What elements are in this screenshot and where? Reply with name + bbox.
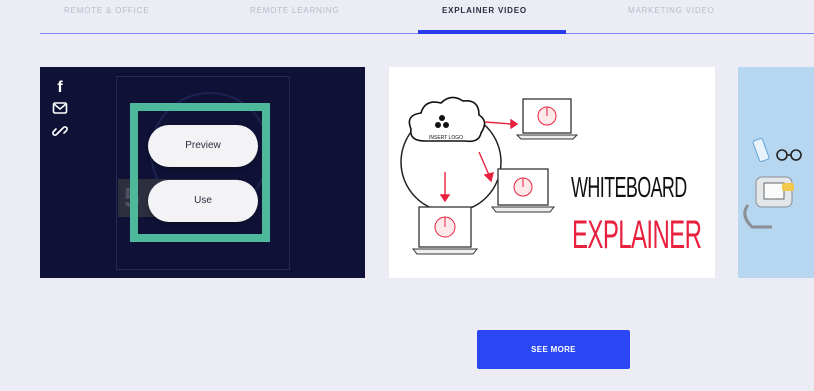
link-icon[interactable] [52, 123, 68, 141]
tab-explainer-video[interactable]: EXPLAINER VIDEO [442, 6, 527, 15]
whiteboard-title: WHITEBOARD [571, 172, 687, 204]
laptop-icon-bottom [411, 206, 479, 255]
tab-marketing-video[interactable]: MARKETING VIDEO [628, 6, 715, 15]
category-tabs: REMOTE & OFFICE REMOTE LEARNING EXPLAINE… [40, 0, 814, 36]
glasses-icon [776, 149, 802, 161]
template-card-hovered[interactable]: 5 HFU f Preview Use [40, 67, 365, 278]
insert-logo-text: INSERT LOGO [429, 135, 463, 141]
mail-icon[interactable] [52, 101, 68, 119]
laptop-icon-middle [490, 168, 556, 213]
tab-remote-learning[interactable]: REMOTE LEARNING [250, 6, 339, 15]
preview-button[interactable]: Preview [148, 125, 258, 167]
tab-remote-office[interactable]: REMOTE & OFFICE [64, 6, 149, 15]
template-card-office[interactable] [738, 67, 814, 278]
use-button[interactable]: Use [148, 180, 258, 222]
see-more-button[interactable]: SEE MORE [477, 330, 630, 369]
phone-icon [752, 138, 770, 162]
template-gallery: REMOTE & OFFICE REMOTE LEARNING EXPLAINE… [0, 0, 814, 391]
office-illustration [743, 138, 802, 229]
share-icons: f [52, 79, 68, 145]
laptop-icon-top [515, 98, 579, 140]
explainer-title: EXPLAINER [572, 213, 702, 257]
active-tab-indicator [418, 30, 566, 34]
template-card-whiteboard[interactable]: INSERT LOGO WHITEBOARD EXPLAINER [389, 67, 715, 278]
facebook-icon[interactable]: f [52, 79, 68, 97]
